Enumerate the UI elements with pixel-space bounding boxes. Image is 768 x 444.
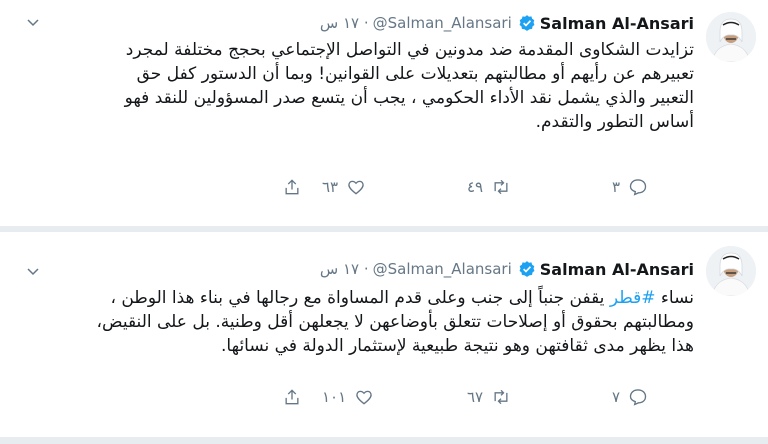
tweet-handle[interactable]: @Salman_Alansari: [373, 260, 512, 278]
reply-button[interactable]: ٣: [612, 177, 648, 197]
avatar[interactable]: [706, 12, 756, 62]
tweet-separator: [0, 437, 768, 444]
tweet-author-name[interactable]: Salman Al-Ansari: [540, 260, 694, 279]
tweet-header: · ١٧ س @Salman_Alansari Salman Al-Ansari: [320, 258, 694, 280]
hashtag-link[interactable]: #قطر: [610, 288, 656, 308]
chevron-down-icon[interactable]: [26, 264, 40, 278]
tweet-header: · ١٧ س @Salman_Alansari Salman Al-Ansari: [320, 12, 694, 34]
reply-button[interactable]: ٧: [612, 387, 648, 407]
heart-icon: [348, 180, 364, 195]
tweet-actions: ٧ ٦٧ ١٠١: [12, 387, 756, 411]
verified-badge-icon: [519, 15, 535, 31]
share-icon: [285, 179, 299, 195]
like-button[interactable]: ٦٣: [322, 177, 366, 197]
heart-icon: [356, 390, 372, 405]
retweet-count: ٤٩: [467, 178, 484, 196]
tweet-text-rest: يقفن جنباً إلى جنب وعلى قدم المساواة مع …: [96, 288, 694, 356]
like-count: ١٠١: [322, 388, 347, 406]
like-button[interactable]: ١٠١: [322, 387, 374, 407]
tweet-time[interactable]: · ١٧ س: [320, 260, 369, 278]
reply-count: ٣: [612, 178, 621, 196]
retweet-count: ٦٧: [467, 388, 484, 406]
retweet-icon: [494, 179, 508, 195]
share-icon: [285, 389, 299, 405]
reply-icon: [629, 179, 647, 196]
retweet-button[interactable]: ٦٧: [467, 387, 511, 407]
retweet-button[interactable]: ٤٩: [467, 177, 511, 197]
reply-count: ٧: [612, 388, 621, 406]
tweet-time[interactable]: · ١٧ س: [320, 14, 369, 32]
like-count: ٦٣: [322, 178, 339, 196]
retweet-icon: [494, 389, 508, 405]
chevron-down-icon[interactable]: [26, 15, 40, 29]
share-button[interactable]: [282, 177, 302, 197]
tweet-author-name[interactable]: Salman Al-Ansari: [540, 14, 694, 33]
tweet-actions: ٣ ٤٩ ٦٣: [12, 177, 756, 201]
tweet-text: تزايدت الشكاوى المقدمة ضد مدونين في التو…: [124, 40, 694, 132]
tweet-text-start: نساء: [655, 288, 694, 308]
tweet-handle[interactable]: @Salman_Alansari: [373, 14, 512, 32]
verified-badge-icon: [519, 261, 535, 277]
tweet-text: نساء #قطر يقفن جنباً إلى جنب وعلى قدم ال…: [94, 286, 694, 358]
share-button[interactable]: [282, 387, 302, 407]
reply-icon: [629, 389, 647, 406]
avatar[interactable]: [706, 246, 756, 296]
